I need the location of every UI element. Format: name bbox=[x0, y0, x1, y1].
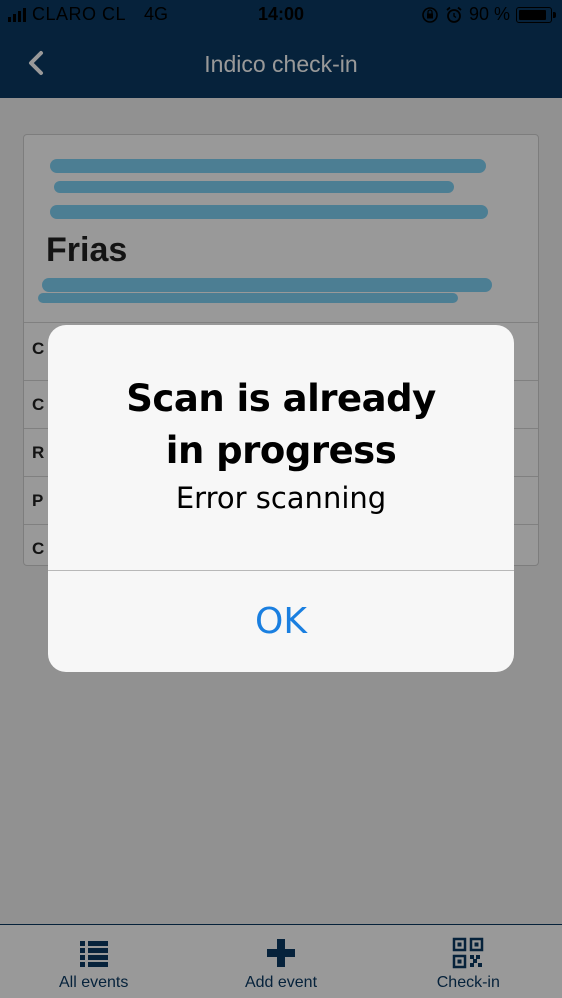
alert-dialog: Scan is already in progress Error scanni… bbox=[48, 325, 514, 672]
alert-title-text: Scan is already in progress bbox=[126, 377, 436, 472]
alert-message: Error scanning bbox=[175, 481, 387, 515]
ok-button[interactable]: OK bbox=[48, 571, 514, 672]
alert-title: Scan is already in progress bbox=[48, 373, 514, 477]
